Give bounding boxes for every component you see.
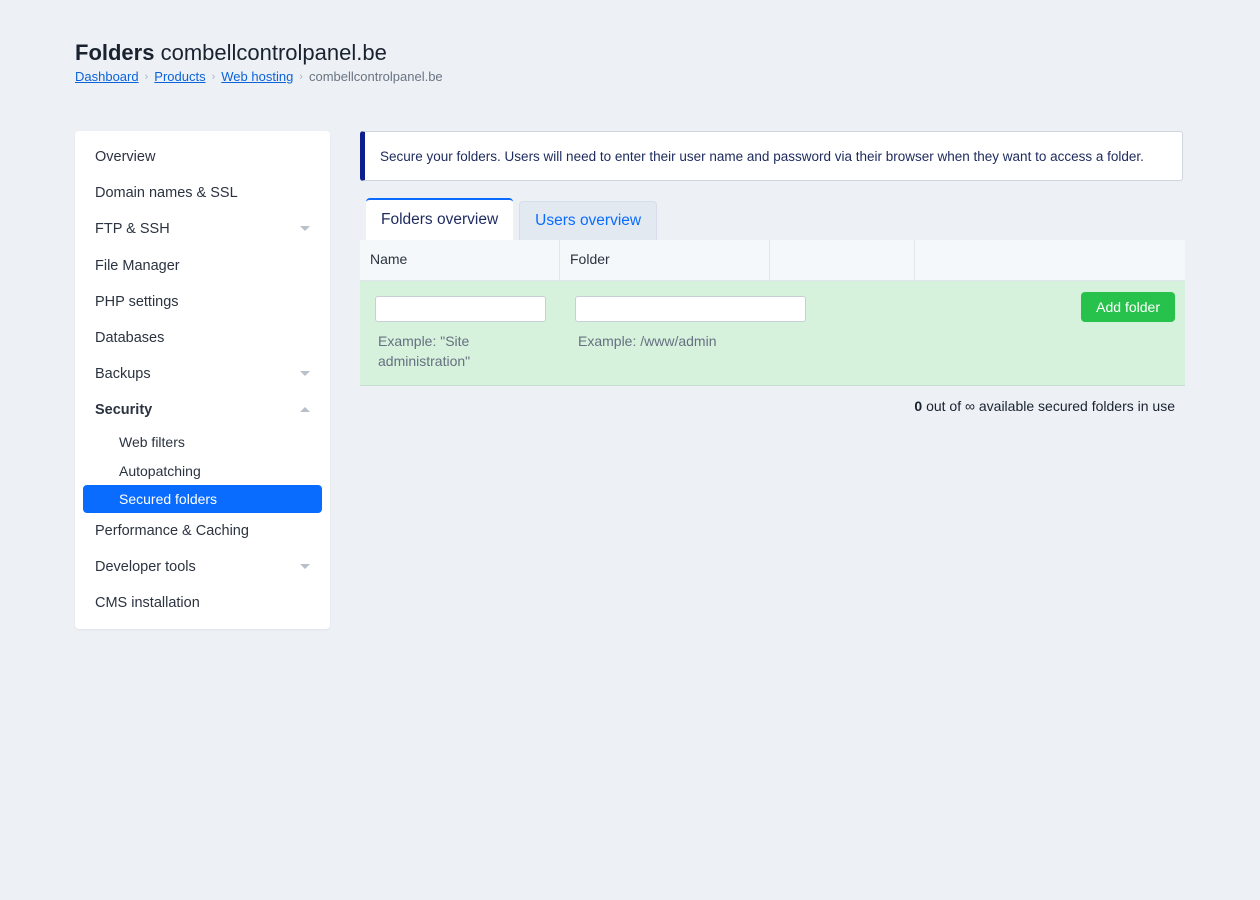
sidebar-item-label: Domain names & SSL [95, 185, 238, 201]
page-title-domain: combellcontrolpanel.be [160, 40, 387, 65]
sidebar-item-file-manager[interactable]: File Manager [95, 254, 310, 278]
chevron-down-icon [300, 371, 310, 376]
page-title-section: Folders [75, 40, 155, 65]
page-title: Folders combellcontrolpanel.be [75, 40, 443, 66]
sidebar-subitem-autopatching[interactable]: Autopatching [119, 460, 310, 482]
sidebar: Overview Domain names & SSL FTP & SSH Fi… [75, 131, 330, 629]
sidebar-item-label: CMS installation [95, 595, 200, 611]
chevron-up-icon [300, 407, 310, 412]
breadcrumb-current: combellcontrolpanel.be [308, 69, 443, 84]
tab-users-overview[interactable]: Users overview [519, 201, 658, 240]
breadcrumb-web-hosting-link[interactable]: Web hosting [221, 69, 293, 85]
infinity-icon: ∞ [965, 398, 975, 414]
column-header-empty [770, 240, 915, 280]
sidebar-subitem-label: Web filters [119, 434, 185, 450]
sidebar-item-label: File Manager [95, 258, 180, 274]
sidebar-item-label: PHP settings [95, 294, 179, 310]
folders-table: Name Folder Example: "Site administratio… [360, 240, 1185, 386]
table-header: Name Folder [360, 240, 1185, 281]
usage-suffix: available secured folders in use [978, 398, 1175, 414]
folder-path-hint: Example: /www/admin [578, 333, 717, 349]
sidebar-item-label: Backups [95, 366, 151, 382]
sidebar-item-overview[interactable]: Overview [95, 145, 310, 169]
sidebar-item-backups[interactable]: Backups [95, 362, 310, 386]
usage-count: 0 [914, 398, 923, 414]
sidebar-subitem-label: Autopatching [119, 463, 201, 479]
sidebar-item-performance-caching[interactable]: Performance & Caching [95, 519, 310, 543]
column-header-name: Name [360, 240, 560, 280]
add-folder-button[interactable]: Add folder [1081, 292, 1175, 322]
folder-path-input[interactable] [575, 296, 806, 322]
breadcrumb: Dashboard › Products › Web hosting › com… [75, 69, 443, 85]
sidebar-item-databases[interactable]: Databases [95, 326, 310, 350]
breadcrumb-separator-icon: › [211, 71, 216, 83]
chevron-down-icon [300, 226, 310, 231]
breadcrumb-separator-icon: › [299, 71, 303, 83]
breadcrumb-separator-icon: › [144, 71, 149, 83]
info-notice: Secure your folders. Users will need to … [360, 131, 1183, 181]
sidebar-item-security[interactable]: Security [95, 398, 310, 422]
sidebar-subitem-web-filters[interactable]: Web filters [119, 431, 310, 453]
tab-bar: Folders overview Users overview [366, 198, 658, 240]
sidebar-item-ftp-ssh[interactable]: FTP & SSH [95, 217, 310, 241]
sidebar-item-label: Developer tools [95, 559, 196, 575]
sidebar-subitem-secured-folders[interactable]: Secured folders [83, 485, 322, 513]
add-folder-row: Example: "Site administration" Example: … [360, 281, 1185, 386]
column-header-folder: Folder [560, 240, 770, 280]
usage-out-of: out of [926, 398, 962, 414]
sidebar-item-label: Overview [95, 149, 156, 165]
sidebar-item-label: Security [95, 402, 153, 418]
sidebar-item-label: Performance & Caching [95, 523, 249, 539]
breadcrumb-dashboard-link[interactable]: Dashboard [75, 69, 139, 85]
tab-folders-overview[interactable]: Folders overview [366, 198, 514, 240]
folder-name-hint: Example: "Site administration" [378, 333, 471, 369]
column-header-actions [915, 240, 1185, 280]
usage-summary: 0 out of ∞ available secured folders in … [914, 397, 1175, 415]
chevron-down-icon [300, 564, 310, 569]
sidebar-item-domain-names[interactable]: Domain names & SSL [95, 181, 310, 205]
sidebar-item-label: Databases [95, 330, 165, 346]
page-header: Folders combellcontrolpanel.be Dashboard… [75, 40, 443, 85]
sidebar-item-developer-tools[interactable]: Developer tools [95, 555, 310, 579]
sidebar-item-label: FTP & SSH [95, 221, 170, 237]
sidebar-item-php-settings[interactable]: PHP settings [95, 290, 310, 314]
breadcrumb-products-link[interactable]: Products [154, 69, 205, 85]
sidebar-subitem-label: Secured folders [119, 491, 218, 507]
sidebar-item-cms-installation[interactable]: CMS installation [95, 591, 310, 615]
folder-name-input[interactable] [375, 296, 546, 322]
